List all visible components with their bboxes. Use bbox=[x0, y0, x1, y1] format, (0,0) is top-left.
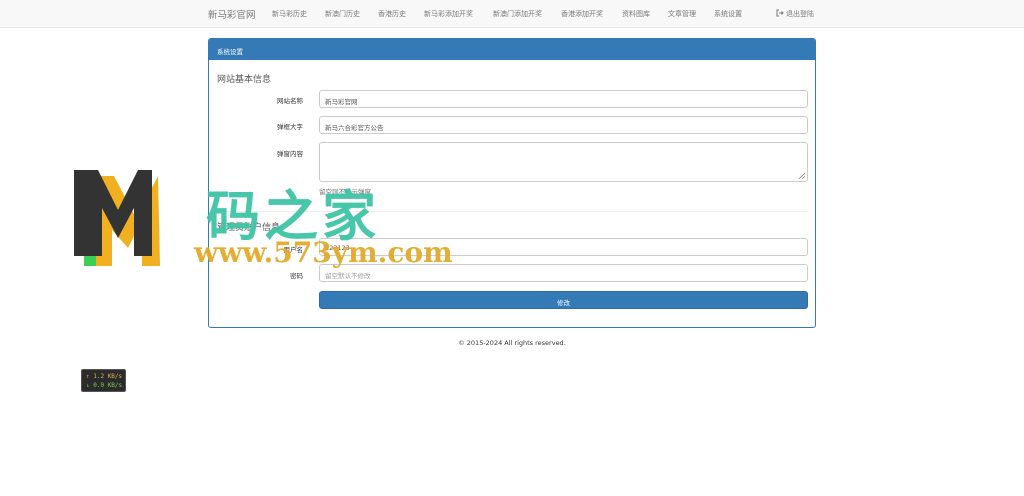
site-name-input[interactable]: 新马彩官网 bbox=[319, 90, 808, 108]
popup-title-label: 弹框大字 bbox=[277, 123, 303, 131]
nav-item-image-library[interactable]: 资料图库 bbox=[622, 9, 650, 19]
footer-copyright: © 2015-2024 All rights reserved. bbox=[458, 339, 566, 347]
submit-button[interactable]: 修改 bbox=[319, 291, 808, 309]
section-divider bbox=[217, 211, 808, 212]
sign-out-icon bbox=[776, 9, 784, 17]
admin-section-title: 管理员账户信息 bbox=[217, 223, 281, 233]
watermark-m-logo bbox=[74, 170, 160, 266]
popup-content-label: 弹窗内容 bbox=[277, 150, 303, 158]
nav-item-macau-history[interactable]: 新澳门历史 bbox=[325, 9, 360, 19]
password-label: 密码 bbox=[290, 272, 303, 280]
nav-item-hongkong-history[interactable]: 香港历史 bbox=[378, 9, 406, 19]
popup-title-input[interactable]: 新马六合彩官方公告 bbox=[319, 116, 808, 134]
username-label: 用户名 bbox=[283, 246, 304, 254]
download-speed: ↓ 0.0 KB/s bbox=[86, 382, 123, 389]
logout-label: 退出登陆 bbox=[786, 10, 814, 18]
site-info-section-title: 网站基本信息 bbox=[217, 75, 272, 85]
nav-item-hongkong-add-draw[interactable]: 香港添加开奖 bbox=[561, 9, 603, 19]
site-name-label: 网站名称 bbox=[277, 97, 303, 105]
nav-item-article-management[interactable]: 文章管理 bbox=[668, 9, 696, 19]
top-navbar: 新马彩官网 新马彩历史 新澳门历史 香港历史 新马彩添加开奖 新澳门添加开奖 香… bbox=[0, 0, 1024, 28]
navbar-brand[interactable]: 新马彩官网 bbox=[208, 7, 256, 21]
resize-grip-icon[interactable] bbox=[799, 173, 805, 179]
password-input[interactable]: 留空默认不修改 bbox=[319, 264, 808, 282]
settings-panel: 系统设置 网站基本信息 网站名称 新马彩官网 弹框大字 新马六合彩官方公告 弹窗… bbox=[208, 38, 816, 328]
popup-content-textarea[interactable] bbox=[319, 142, 808, 182]
popup-help-text: 留空则不显示弹窗 bbox=[319, 188, 371, 196]
nav-item-xinma-add-draw[interactable]: 新马彩添加开奖 bbox=[424, 9, 473, 19]
net-speed-widget[interactable]: ↑ 1.2 KB/s ↓ 0.0 KB/s bbox=[81, 369, 126, 392]
username-input[interactable]: 123123 bbox=[319, 238, 808, 256]
upload-speed: ↑ 1.2 KB/s bbox=[86, 373, 123, 380]
nav-item-xinma-history[interactable]: 新马彩历史 bbox=[272, 9, 307, 19]
panel-heading: 系统设置 bbox=[209, 39, 815, 60]
logout-link[interactable]: 退出登陆 bbox=[776, 9, 814, 19]
nav-item-macau-add-draw[interactable]: 新澳门添加开奖 bbox=[493, 9, 542, 19]
nav-item-system-settings[interactable]: 系统设置 bbox=[714, 9, 742, 19]
